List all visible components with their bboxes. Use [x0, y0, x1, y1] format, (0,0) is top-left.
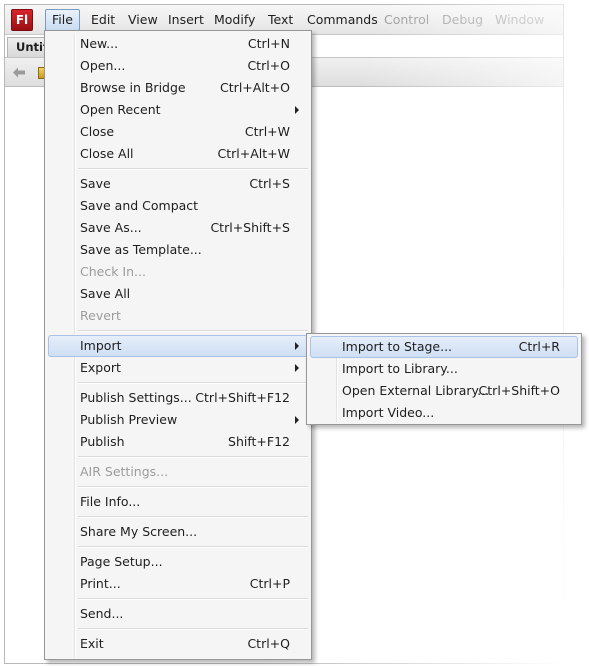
shortcut-label: Shift+F12: [228, 434, 290, 449]
menu-item-label: Close: [80, 124, 115, 139]
menu-item-send[interactable]: Send...: [48, 603, 308, 625]
shortcut-label: Ctrl+Alt+W: [217, 146, 290, 161]
file-menu: New... Ctrl+N Open... Ctrl+O Browse in Bridg…: [44, 30, 312, 660]
menu-item-label: AIR Settings...: [80, 464, 169, 479]
menu-separator: [78, 330, 308, 332]
menu-item-import-video[interactable]: Import Video...: [310, 402, 578, 424]
menu-item-label: Save: [80, 176, 111, 191]
menu-item-print[interactable]: Print... Ctrl+P: [48, 573, 308, 595]
menu-item-air-settings: AIR Settings...: [48, 461, 308, 483]
shortcut-label: Ctrl+Shift+S: [210, 220, 290, 235]
menu-item-label: New...: [80, 36, 119, 51]
shortcut-label: Ctrl+Shift+F12: [195, 390, 290, 405]
menu-separator: [78, 456, 308, 458]
menu-item-label: Publish Preview: [80, 412, 178, 427]
menu-item-label: File Info...: [80, 494, 141, 509]
shortcut-label: Ctrl+P: [249, 576, 290, 591]
menu-item-publish-preview[interactable]: Publish Preview: [48, 409, 308, 431]
menu-item-save[interactable]: Save Ctrl+S: [48, 173, 308, 195]
submenu-arrow-icon: [295, 416, 299, 424]
menu-item-label: Send...: [80, 606, 124, 621]
menu-item-label: Save as Template...: [80, 242, 202, 257]
menu-item-label: Import Video...: [342, 405, 435, 420]
shortcut-label: Ctrl+O: [247, 58, 290, 73]
menu-item-open[interactable]: Open... Ctrl+O: [48, 55, 308, 77]
shortcut-label: Ctrl+N: [247, 36, 290, 51]
back-arrow-icon[interactable]: [13, 67, 25, 78]
menu-item-label: Save and Compact: [80, 198, 199, 213]
menu-item-label: Publish Settings...: [80, 390, 192, 405]
shortcut-label: Ctrl+Q: [247, 636, 290, 651]
menu-item-open-recent[interactable]: Open Recent: [48, 99, 308, 121]
menu-item-label: Import to Library...: [342, 361, 458, 376]
menu-item-label: Save As...: [80, 220, 142, 235]
menu-item-import-to-library[interactable]: Import to Library...: [310, 358, 578, 380]
menu-item-label: Import to Stage...: [342, 339, 453, 354]
menu-commands[interactable]: Commands: [301, 9, 384, 31]
menu-separator: [78, 382, 308, 384]
menu-item-label: Export: [80, 360, 121, 375]
menu-item-page-setup[interactable]: Page Setup...: [48, 551, 308, 573]
menu-item-label: Share My Screen...: [80, 524, 198, 539]
menu-separator: [78, 168, 308, 170]
menu-item-label: Browse in Bridge: [80, 80, 186, 95]
menu-item-new[interactable]: New... Ctrl+N: [48, 33, 308, 55]
submenu-arrow-icon: [295, 364, 299, 372]
menu-item-label: Check In...: [80, 264, 146, 279]
menu-item-check-in: Check In...: [48, 261, 308, 283]
menu-separator: [78, 516, 308, 518]
menu-item-export[interactable]: Export: [48, 357, 308, 379]
menu-separator: [78, 628, 308, 630]
menu-item-publish[interactable]: Publish Shift+F12: [48, 431, 308, 453]
menu-item-save-as[interactable]: Save As... Ctrl+Shift+S: [48, 217, 308, 239]
shortcut-label: Ctrl+Alt+O: [220, 80, 290, 95]
menu-item-label: Exit: [80, 636, 104, 651]
shortcut-label: Ctrl+R: [518, 339, 560, 354]
shortcut-label: Ctrl+W: [244, 124, 290, 139]
menu-item-label: Save All: [80, 286, 131, 301]
menu-item-label: Revert: [80, 308, 121, 323]
menu-item-share-my-screen[interactable]: Share My Screen...: [48, 521, 308, 543]
menu-separator: [78, 598, 308, 600]
menu-item-label: Import: [80, 338, 122, 353]
menu-separator: [78, 486, 308, 488]
app-logo: Fl: [11, 9, 33, 31]
shortcut-label: Ctrl+S: [249, 176, 290, 191]
menu-item-label: Open External Library...: [342, 383, 490, 398]
menu-item-label: Open...: [80, 58, 126, 73]
menu-item-import-to-stage[interactable]: Import to Stage... Ctrl+R: [310, 336, 578, 358]
menu-modify[interactable]: Modify: [208, 9, 261, 31]
menu-file[interactable]: File: [45, 9, 80, 31]
menu-item-exit[interactable]: Exit Ctrl+Q: [48, 633, 308, 655]
shortcut-label: Ctrl+Shift+O: [478, 383, 560, 398]
menu-item-label: Publish: [80, 434, 125, 449]
menu-edit[interactable]: Edit: [85, 9, 121, 31]
menu-item-label: Close All: [80, 146, 134, 161]
submenu-arrow-icon: [295, 342, 299, 350]
menu-control[interactable]: Control: [378, 9, 435, 31]
menu-item-label: Print...: [80, 576, 121, 591]
menu-item-browse-in-bridge[interactable]: Browse in Bridge Ctrl+Alt+O: [48, 77, 308, 99]
menu-item-open-external-library[interactable]: Open External Library... Ctrl+Shift+O: [310, 380, 578, 402]
menu-item-save-and-compact[interactable]: Save and Compact: [48, 195, 308, 217]
menu-separator: [78, 546, 308, 548]
menu-debug[interactable]: Debug: [436, 9, 489, 31]
submenu-arrow-icon: [295, 106, 299, 114]
menu-item-close-all[interactable]: Close All Ctrl+Alt+W: [48, 143, 308, 165]
menu-item-label: Page Setup...: [80, 554, 163, 569]
menu-item-publish-settings[interactable]: Publish Settings... Ctrl+Shift+F12: [48, 387, 308, 409]
menu-window[interactable]: Window: [489, 9, 550, 31]
menu-item-close[interactable]: Close Ctrl+W: [48, 121, 308, 143]
menu-item-label: Open Recent: [80, 102, 161, 117]
menu-item-save-all[interactable]: Save All: [48, 283, 308, 305]
menu-insert[interactable]: Insert: [162, 9, 210, 31]
menu-item-file-info[interactable]: File Info...: [48, 491, 308, 513]
menu-text[interactable]: Text: [262, 9, 299, 31]
menu-item-revert: Revert: [48, 305, 308, 327]
menu-item-import[interactable]: Import: [48, 335, 308, 357]
import-submenu: Import to Stage... Ctrl+R Import to Librar…: [306, 333, 582, 425]
menu-view[interactable]: View: [122, 9, 164, 31]
menu-item-save-as-template[interactable]: Save as Template...: [48, 239, 308, 261]
